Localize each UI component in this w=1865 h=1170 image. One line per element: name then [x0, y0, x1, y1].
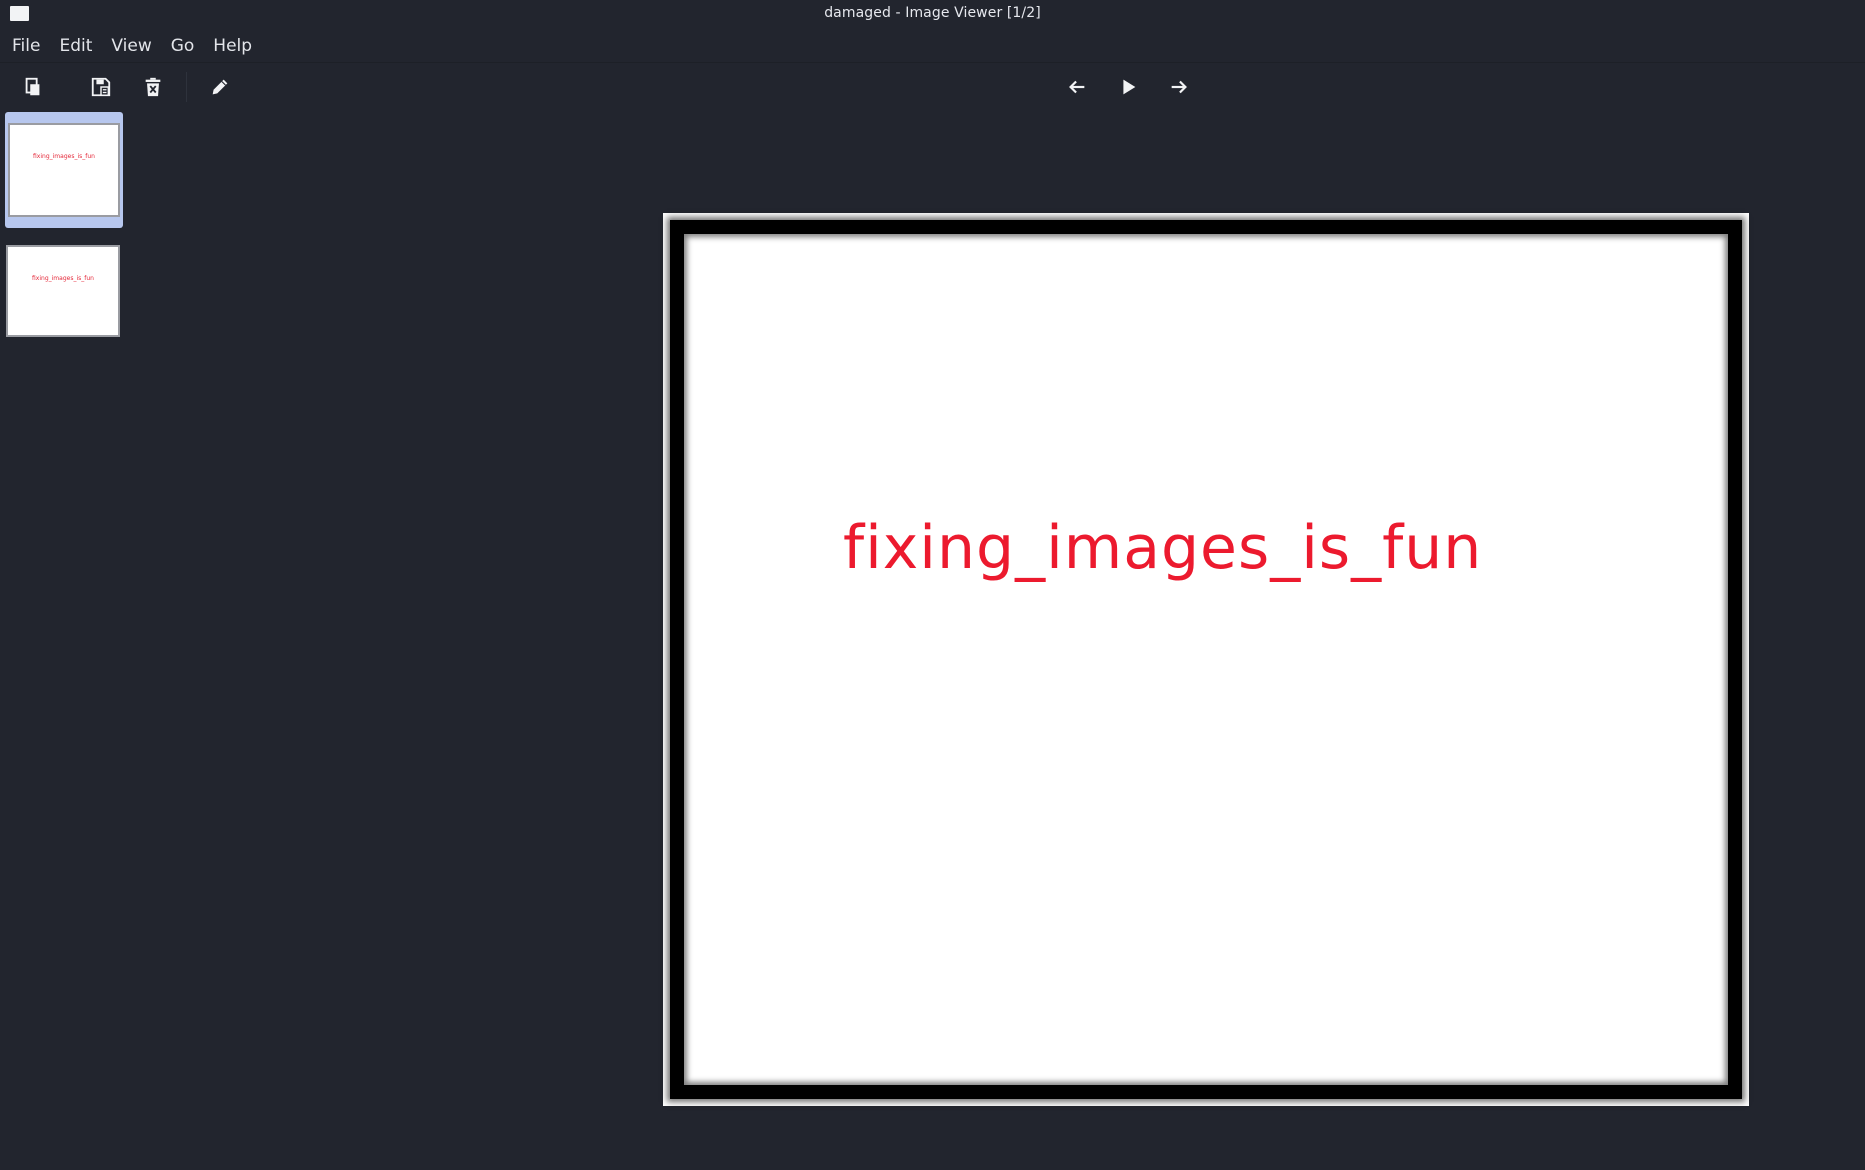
- menu-file[interactable]: File: [12, 36, 40, 56]
- thumbnail-2-text: fixing_images_is_fun: [32, 275, 94, 282]
- thumbnail-1[interactable]: fixing_images_is_fun: [8, 123, 120, 217]
- menu-divider: [0, 62, 1865, 63]
- play-icon: [1123, 79, 1136, 95]
- edit-button[interactable]: [207, 74, 233, 100]
- copy-icon: [25, 77, 40, 96]
- arrow-left-icon: [1069, 80, 1085, 94]
- delete-button[interactable]: [140, 74, 166, 100]
- delete-icon: [145, 77, 161, 97]
- menu-help[interactable]: Help: [213, 36, 252, 56]
- displayed-image: fixing_images_is_fun: [663, 213, 1749, 1106]
- thumbnail-2[interactable]: fixing_images_is_fun: [6, 245, 120, 337]
- menu-view[interactable]: View: [111, 36, 151, 56]
- arrow-right-icon: [1171, 80, 1187, 94]
- play-button[interactable]: [1115, 74, 1141, 100]
- window-title: damaged - Image Viewer [1/2]: [824, 5, 1041, 21]
- save-as-button[interactable]: [88, 74, 114, 100]
- previous-button[interactable]: [1064, 74, 1090, 100]
- menu-edit[interactable]: Edit: [59, 36, 92, 56]
- thumbnail-1-text: fixing_images_is_fun: [33, 153, 95, 160]
- next-button[interactable]: [1166, 74, 1192, 100]
- menu-bar: File Edit View Go Help: [0, 30, 1865, 62]
- save-as-icon: [91, 77, 111, 97]
- edit-pencil-icon: [212, 79, 228, 95]
- toolbar-separator: [186, 72, 187, 102]
- copy-button[interactable]: [20, 74, 46, 100]
- menu-go[interactable]: Go: [171, 36, 195, 56]
- title-bar: damaged - Image Viewer [1/2]: [0, 0, 1865, 28]
- image-border: [670, 220, 1742, 1099]
- image-text: fixing_images_is_fun: [843, 513, 1483, 583]
